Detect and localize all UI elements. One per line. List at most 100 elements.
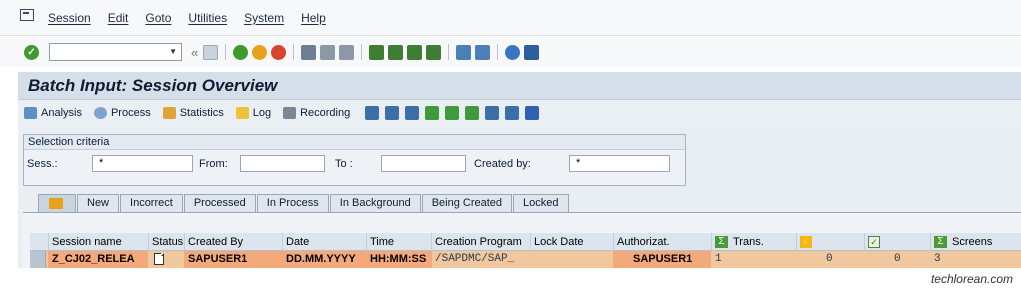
find-icon[interactable] [320, 44, 336, 60]
toolbar-separator [225, 44, 227, 60]
flag-icon[interactable] [425, 106, 440, 120]
menu-utilities[interactable]: Utilities [188, 11, 227, 25]
print-icon[interactable] [301, 44, 317, 60]
sess-label: Sess.: [27, 158, 58, 170]
process-button[interactable]: Process [93, 107, 151, 119]
tab-in-background[interactable]: In Background [329, 194, 421, 212]
title-bar: Batch Input: Session Overview [18, 72, 1021, 100]
info-icon[interactable] [525, 106, 540, 120]
created-by-input[interactable]: * [569, 155, 670, 172]
chevron-down-icon[interactable]: ▼ [169, 47, 177, 56]
document-icon [154, 253, 164, 266]
next-page-icon[interactable] [407, 44, 423, 60]
nav-back-icon[interactable] [233, 44, 249, 60]
prev-page-icon[interactable] [388, 44, 404, 60]
toolbar-separator [361, 44, 363, 60]
log-button[interactable]: Log [235, 107, 272, 119]
selection-criteria-caption: Selection criteria [24, 135, 685, 150]
tab-processed[interactable]: Processed [183, 194, 256, 212]
recording-label: Recording [300, 107, 351, 119]
help-icon[interactable] [505, 44, 521, 60]
tab-all[interactable] [38, 194, 76, 212]
application-toolbar: Analysis Process Statistics Log Recordin… [18, 100, 1021, 126]
menu-bar: Session Edit Goto Utilities System Help [0, 0, 1021, 36]
shortcut-icon[interactable] [475, 44, 491, 60]
menu-system[interactable]: System [244, 11, 284, 25]
last-page-icon[interactable] [426, 44, 442, 60]
cell-trans: 1 [715, 253, 722, 265]
toolbar-separator [448, 44, 450, 60]
sum-icon: Σ [715, 236, 728, 249]
tab-being-created[interactable]: Being Created [421, 194, 513, 212]
cancel-icon[interactable] [271, 44, 287, 60]
menu-edit[interactable]: Edit [108, 11, 129, 25]
col-date[interactable]: Date [282, 233, 366, 251]
system-menu-icon[interactable] [20, 8, 34, 21]
delete-icon[interactable] [365, 106, 380, 120]
col-creation-program[interactable]: Creation Program [431, 233, 530, 251]
save-icon[interactable] [203, 44, 219, 60]
first-page-icon[interactable] [369, 44, 385, 60]
cell-session-name[interactable]: Z_CJ02_RELEA [48, 251, 148, 268]
cell-created-by: SAPUSER1 [184, 251, 285, 268]
col-screens[interactable]: Σ Screens [930, 233, 1021, 251]
back-icon[interactable]: « [191, 45, 198, 60]
menu-goto[interactable]: Goto [145, 11, 171, 25]
col-errors[interactable]: ⚡ [796, 233, 864, 251]
tab-incorrect[interactable]: Incorrect [120, 194, 183, 212]
lock-icon[interactable] [385, 106, 400, 120]
enter-icon[interactable]: ✓ [24, 44, 39, 60]
watermark: techlorean.com [930, 272, 1013, 286]
cell-lock-date [561, 251, 613, 268]
from-label: From: [199, 158, 228, 170]
process-icon [93, 107, 107, 119]
col-authorizat[interactable]: Authorizat. [613, 233, 711, 251]
session-table: Session name Status Created By Date Time… [30, 233, 1021, 268]
cell-status [148, 251, 184, 268]
analysis-button[interactable]: Analysis [24, 107, 82, 119]
toolbar-separator [497, 44, 499, 60]
sort-icon[interactable] [465, 106, 480, 120]
filter-icon[interactable] [445, 106, 460, 120]
unlock-icon[interactable] [405, 106, 420, 120]
col-processed[interactable]: ✓ [864, 233, 930, 251]
col-time[interactable]: Time [366, 233, 432, 251]
find-next-icon[interactable] [339, 44, 355, 60]
cell-time: HH:MM:SS [366, 251, 432, 268]
col-status[interactable]: Status [148, 233, 184, 251]
process-label: Process [110, 107, 151, 119]
statistics-label: Statistics [179, 107, 224, 119]
log-label: Log [252, 107, 272, 119]
col-created-by[interactable]: Created By [184, 233, 285, 251]
to-label: To : [335, 158, 353, 170]
copy-icon[interactable] [505, 106, 520, 120]
customize-icon[interactable] [524, 44, 540, 60]
statistics-icon [162, 107, 176, 119]
sess-input[interactable]: * [92, 155, 193, 172]
table-row[interactable]: Z_CJ02_RELEA SAPUSER1 DD.MM.YYYY HH:MM:S… [30, 251, 1021, 268]
cell-screens: 3 [934, 253, 941, 265]
recording-button[interactable]: Recording [283, 107, 350, 119]
all-sessions-icon [49, 198, 63, 209]
menu-session[interactable]: Session [48, 11, 91, 25]
cell-date: DD.MM.YYYY [282, 251, 366, 268]
from-date-input[interactable] [240, 155, 325, 172]
to-date-input[interactable] [381, 155, 466, 172]
page-title: Batch Input: Session Overview [28, 75, 278, 95]
col-trans[interactable]: Σ Trans. [711, 233, 796, 251]
statistics-button[interactable]: Statistics [162, 107, 224, 119]
row-selector[interactable] [30, 251, 46, 268]
col-lock-date[interactable]: Lock Date [530, 233, 613, 251]
table-header: Session name Status Created By Date Time… [30, 233, 1021, 251]
new-session-icon[interactable] [456, 44, 472, 60]
menu-help[interactable]: Help [301, 11, 326, 25]
command-field[interactable]: ▼ [49, 43, 182, 61]
tab-new[interactable]: New [77, 194, 120, 212]
col-session-name[interactable]: Session name [48, 233, 148, 251]
exit-icon[interactable] [252, 44, 268, 60]
export-icon[interactable] [485, 106, 500, 120]
col-trans-label: Trans. [733, 236, 764, 248]
cell-errors: 0 [826, 253, 833, 265]
tab-in-process[interactable]: In Process [256, 194, 329, 212]
tab-locked[interactable]: Locked [513, 194, 569, 212]
